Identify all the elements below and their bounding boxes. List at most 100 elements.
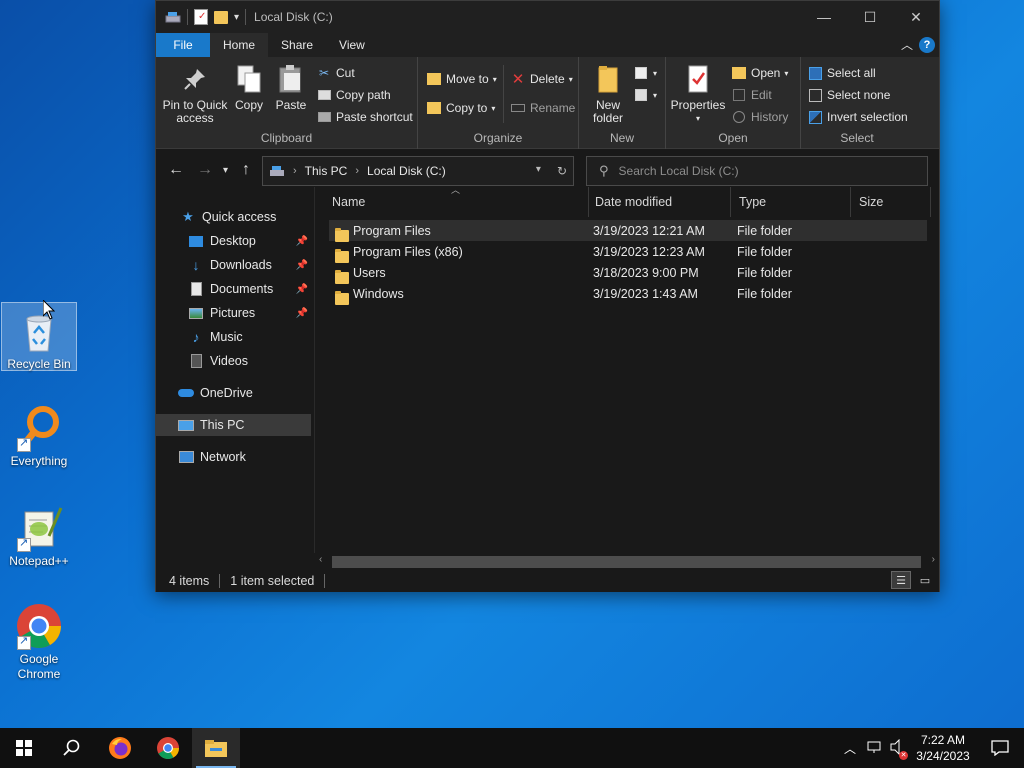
- file-row[interactable]: Program Files (x86) 3/19/2023 12:23 AM F…: [329, 241, 927, 263]
- delete-button[interactable]: ✕ Delete ▾: [510, 71, 573, 88]
- show-hidden-icons-chevron-icon[interactable]: ︿: [838, 740, 862, 757]
- taskbar-firefox[interactable]: [96, 728, 144, 768]
- network-status-icon[interactable]: [862, 740, 886, 757]
- properties-quick-icon[interactable]: ✓: [194, 9, 208, 25]
- desktop-icon-everything[interactable]: Everything: [1, 400, 77, 469]
- nav-pictures[interactable]: Pictures 📌: [156, 302, 311, 324]
- back-button[interactable]: ←: [168, 161, 184, 179]
- breadcrumb-local-disk[interactable]: Local Disk (C:): [367, 164, 446, 178]
- nav-this-pc[interactable]: This PC: [156, 414, 311, 436]
- breadcrumb-this-pc[interactable]: This PC: [305, 164, 348, 178]
- properties-button[interactable]: Properties ▾: [670, 63, 726, 125]
- move-to-button[interactable]: Move to ▾: [426, 71, 497, 87]
- taskbar-chrome[interactable]: [144, 728, 192, 768]
- notepadpp-icon: [15, 504, 63, 552]
- drive-icon[interactable]: [165, 10, 181, 24]
- copy-icon: [233, 63, 265, 95]
- new-folder-button[interactable]: New folder: [585, 63, 631, 125]
- tab-view[interactable]: View: [326, 33, 378, 57]
- history-button[interactable]: History: [731, 109, 788, 125]
- desktop-icon-notepadpp[interactable]: Notepad++: [1, 500, 77, 569]
- select-all-icon: [807, 65, 823, 81]
- pin-icon[interactable]: 📌: [296, 284, 308, 295]
- desktop-icon-recycle-bin[interactable]: Recycle Bin: [1, 302, 77, 371]
- column-type[interactable]: Type: [731, 187, 851, 217]
- close-button[interactable]: ✕: [893, 1, 939, 33]
- customize-quick-access-icon[interactable]: ▾: [234, 12, 239, 23]
- pin-icon[interactable]: 📌: [296, 236, 308, 247]
- open-button[interactable]: Open ▾: [731, 65, 788, 81]
- computer-icon: [178, 417, 194, 433]
- ribbon-group-label: New: [609, 131, 634, 145]
- scroll-left-icon[interactable]: ‹: [319, 554, 322, 565]
- system-tray: ︿ ✕ 7:22 AM 3/24/2023: [838, 728, 1024, 768]
- large-icons-view-button[interactable]: ▭: [915, 571, 935, 589]
- tab-file[interactable]: File: [156, 33, 210, 57]
- up-button[interactable]: ↑: [242, 161, 250, 179]
- file-row[interactable]: Program Files 3/19/2023 12:21 AM File fo…: [329, 220, 927, 242]
- desktop-icon-google-chrome[interactable]: Google Chrome: [1, 598, 77, 682]
- copy-to-button[interactable]: Copy to ▾: [426, 100, 495, 116]
- pin-icon[interactable]: 📌: [296, 260, 308, 271]
- document-icon: [188, 281, 204, 297]
- refresh-icon[interactable]: ↻: [557, 164, 567, 178]
- clock[interactable]: 7:22 AM 3/24/2023: [910, 732, 976, 764]
- desktop-folder-icon: [188, 233, 204, 249]
- cut-button[interactable]: ✂ Cut: [316, 65, 355, 81]
- new-folder-quick-icon[interactable]: [214, 10, 228, 24]
- select-all-button[interactable]: Select all: [807, 65, 876, 81]
- title-bar[interactable]: ✓ ▾ Local Disk (C:) — ☐ ✕: [156, 1, 939, 33]
- mouse-cursor-icon: [42, 298, 56, 323]
- column-name[interactable]: Name: [324, 187, 589, 217]
- forward-button[interactable]: →: [197, 161, 213, 179]
- address-bar[interactable]: › This PC › Local Disk (C:) ▾ ↻: [262, 156, 574, 186]
- scroll-right-icon[interactable]: ›: [932, 554, 935, 565]
- chrome-icon: [157, 737, 179, 759]
- new-item-button[interactable]: ▾: [633, 65, 657, 81]
- nav-onedrive[interactable]: OneDrive: [156, 382, 311, 404]
- nav-quick-access[interactable]: ★ Quick access: [156, 206, 311, 228]
- column-size[interactable]: Size: [851, 187, 931, 217]
- notifications-icon[interactable]: [976, 740, 1024, 756]
- easy-access-button[interactable]: ▾: [633, 87, 657, 103]
- paste-shortcut-button[interactable]: Paste shortcut: [316, 109, 413, 125]
- copy-button[interactable]: Copy: [232, 63, 266, 112]
- pin-to-quick-access-button[interactable]: Pin to Quick access: [162, 63, 228, 125]
- file-row[interactable]: Users 3/18/2023 9:00 PM File folder: [329, 262, 927, 284]
- nav-desktop[interactable]: Desktop 📌: [156, 230, 311, 252]
- status-bar: 4 items 1 item selected ☰ ▭: [156, 569, 939, 592]
- volume-muted-icon[interactable]: ✕: [886, 738, 910, 760]
- help-icon[interactable]: ?: [919, 36, 935, 53]
- maximize-button[interactable]: ☐: [847, 1, 893, 33]
- nav-network[interactable]: Network: [156, 446, 311, 468]
- collapse-ribbon-icon[interactable]: ︿: [901, 36, 913, 53]
- search-taskbar-button[interactable]: [48, 728, 96, 768]
- start-button[interactable]: [0, 728, 48, 768]
- recent-locations-button[interactable]: ▾: [223, 165, 228, 176]
- details-view-button[interactable]: ☰: [891, 571, 911, 589]
- open-folder-icon: [731, 65, 747, 81]
- edit-button[interactable]: Edit: [731, 87, 772, 103]
- taskbar-file-explorer[interactable]: [192, 728, 240, 768]
- column-date-modified[interactable]: Date modified: [587, 187, 731, 217]
- nav-downloads[interactable]: ↓ Downloads 📌: [156, 254, 311, 276]
- tab-share[interactable]: Share: [268, 33, 326, 57]
- invert-selection-button[interactable]: Invert selection: [807, 109, 908, 125]
- folder-icon: [335, 227, 349, 242]
- scrollbar-thumb[interactable]: [332, 556, 921, 568]
- rename-button[interactable]: Rename: [510, 100, 575, 116]
- minimize-button[interactable]: —: [801, 1, 847, 33]
- paste-button[interactable]: Paste: [273, 63, 309, 112]
- horizontal-scrollbar[interactable]: ‹ ›: [314, 553, 939, 569]
- nav-videos[interactable]: Videos: [156, 350, 311, 372]
- select-none-button[interactable]: Select none: [807, 87, 890, 103]
- search-box[interactable]: ⚲ Search Local Disk (C:): [586, 156, 928, 186]
- pin-icon[interactable]: 📌: [296, 308, 308, 319]
- address-dropdown-icon[interactable]: ▾: [536, 164, 541, 178]
- copy-path-icon: [316, 87, 332, 103]
- tab-home[interactable]: Home: [210, 33, 269, 57]
- file-row[interactable]: Windows 3/19/2023 1:43 AM File folder: [329, 283, 927, 305]
- nav-music[interactable]: ♪ Music: [156, 326, 311, 348]
- copy-path-button[interactable]: Copy path: [316, 87, 391, 103]
- nav-documents[interactable]: Documents 📌: [156, 278, 311, 300]
